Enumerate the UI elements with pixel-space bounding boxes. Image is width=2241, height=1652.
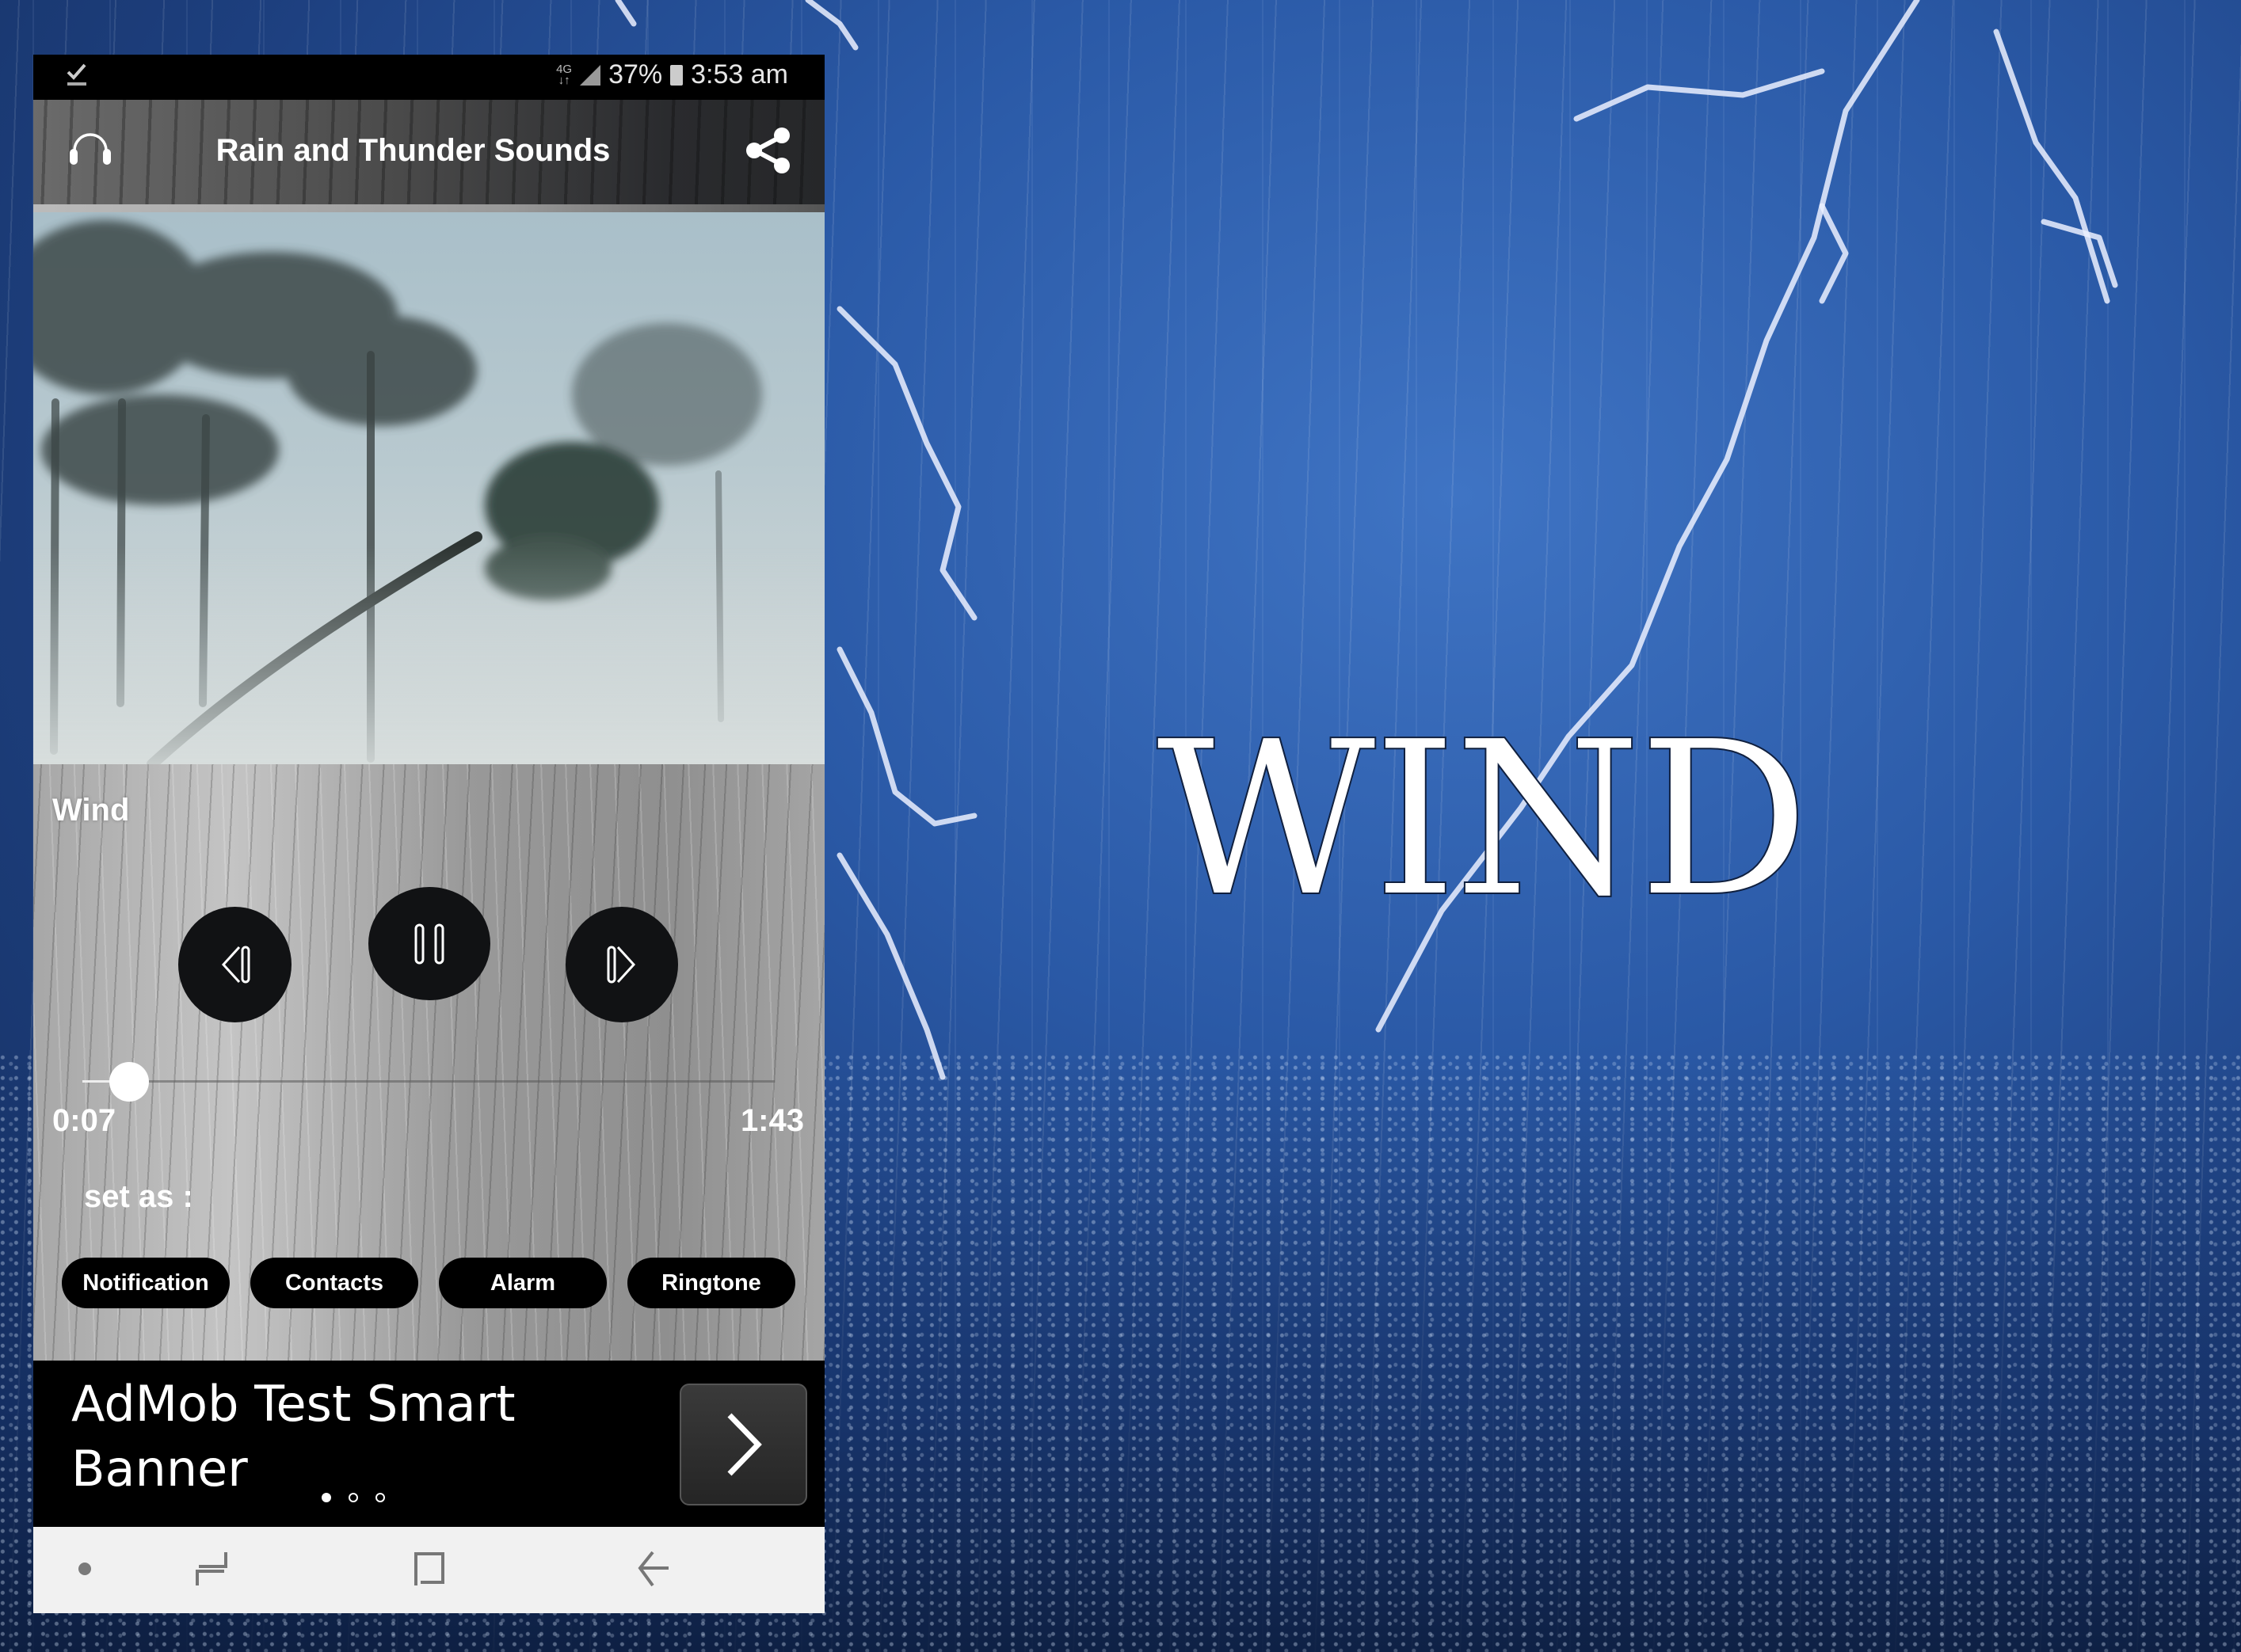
track-name: Wind bbox=[52, 793, 130, 828]
app-bar: Rain and Thunder Sounds bbox=[33, 100, 825, 204]
chevron-right-icon bbox=[726, 1413, 762, 1476]
nav-dot-button[interactable] bbox=[73, 1549, 97, 1589]
ad-banner[interactable]: AdMob Test Smart Banner bbox=[33, 1361, 825, 1527]
status-bar: 4G ↓↑ 37% 3:53 am bbox=[33, 55, 825, 100]
player-panel: Wind 0:07 1:43 set as : Notification Con… bbox=[33, 764, 825, 1361]
set-as-contacts-button[interactable]: Contacts bbox=[250, 1258, 418, 1308]
set-as-notification-button[interactable]: Notification bbox=[62, 1258, 230, 1308]
dot-icon bbox=[78, 1563, 91, 1575]
nav-recents-button[interactable] bbox=[188, 1549, 235, 1589]
set-as-options: Notification Contacts Alarm Ringtone bbox=[62, 1258, 795, 1308]
ad-page-dot bbox=[349, 1493, 358, 1502]
ad-page-dot bbox=[322, 1493, 331, 1502]
set-as-alarm-button[interactable]: Alarm bbox=[439, 1258, 607, 1308]
ad-page-dot bbox=[375, 1493, 385, 1502]
next-icon bbox=[607, 946, 636, 984]
ad-text: AdMob Test Smart Banner bbox=[71, 1375, 516, 1498]
status-indicators: 4G ↓↑ 37% 3:53 am bbox=[556, 59, 788, 90]
track-artwork bbox=[33, 212, 825, 764]
ad-open-button[interactable] bbox=[680, 1384, 807, 1505]
seek-thumb[interactable] bbox=[109, 1062, 150, 1102]
recents-icon bbox=[196, 1552, 227, 1585]
next-button[interactable] bbox=[566, 907, 678, 1022]
back-icon bbox=[638, 1551, 669, 1587]
set-as-ringtone-button[interactable]: Ringtone bbox=[627, 1258, 795, 1308]
signal-icon bbox=[580, 64, 601, 86]
current-time: 0:07 bbox=[52, 1103, 116, 1138]
download-done-icon bbox=[65, 61, 89, 94]
home-icon bbox=[414, 1552, 444, 1585]
divider bbox=[33, 204, 825, 212]
total-time: 1:43 bbox=[740, 1103, 804, 1138]
network-type: 4G ↓↑ bbox=[556, 62, 573, 87]
set-as-label: set as : bbox=[84, 1179, 193, 1214]
promo-headline: WIND bbox=[1156, 695, 1811, 944]
system-nav-bar bbox=[33, 1527, 825, 1613]
share-icon[interactable] bbox=[744, 127, 793, 174]
phone-screen: 4G ↓↑ 37% 3:53 am Rain and Thunder Sounds bbox=[33, 55, 825, 1613]
previous-button[interactable] bbox=[178, 907, 292, 1022]
nav-home-button[interactable] bbox=[406, 1549, 453, 1589]
seek-bar[interactable] bbox=[82, 1080, 775, 1083]
previous-icon bbox=[221, 946, 250, 984]
ad-pager bbox=[322, 1493, 385, 1502]
app-title: Rain and Thunder Sounds bbox=[215, 133, 611, 168]
clock: 3:53 am bbox=[691, 59, 788, 89]
battery-icon bbox=[670, 64, 684, 86]
nav-back-button[interactable] bbox=[629, 1549, 676, 1589]
pause-button[interactable] bbox=[368, 887, 490, 1000]
pause-icon bbox=[414, 923, 444, 964]
battery-percent: 37% bbox=[608, 59, 663, 89]
